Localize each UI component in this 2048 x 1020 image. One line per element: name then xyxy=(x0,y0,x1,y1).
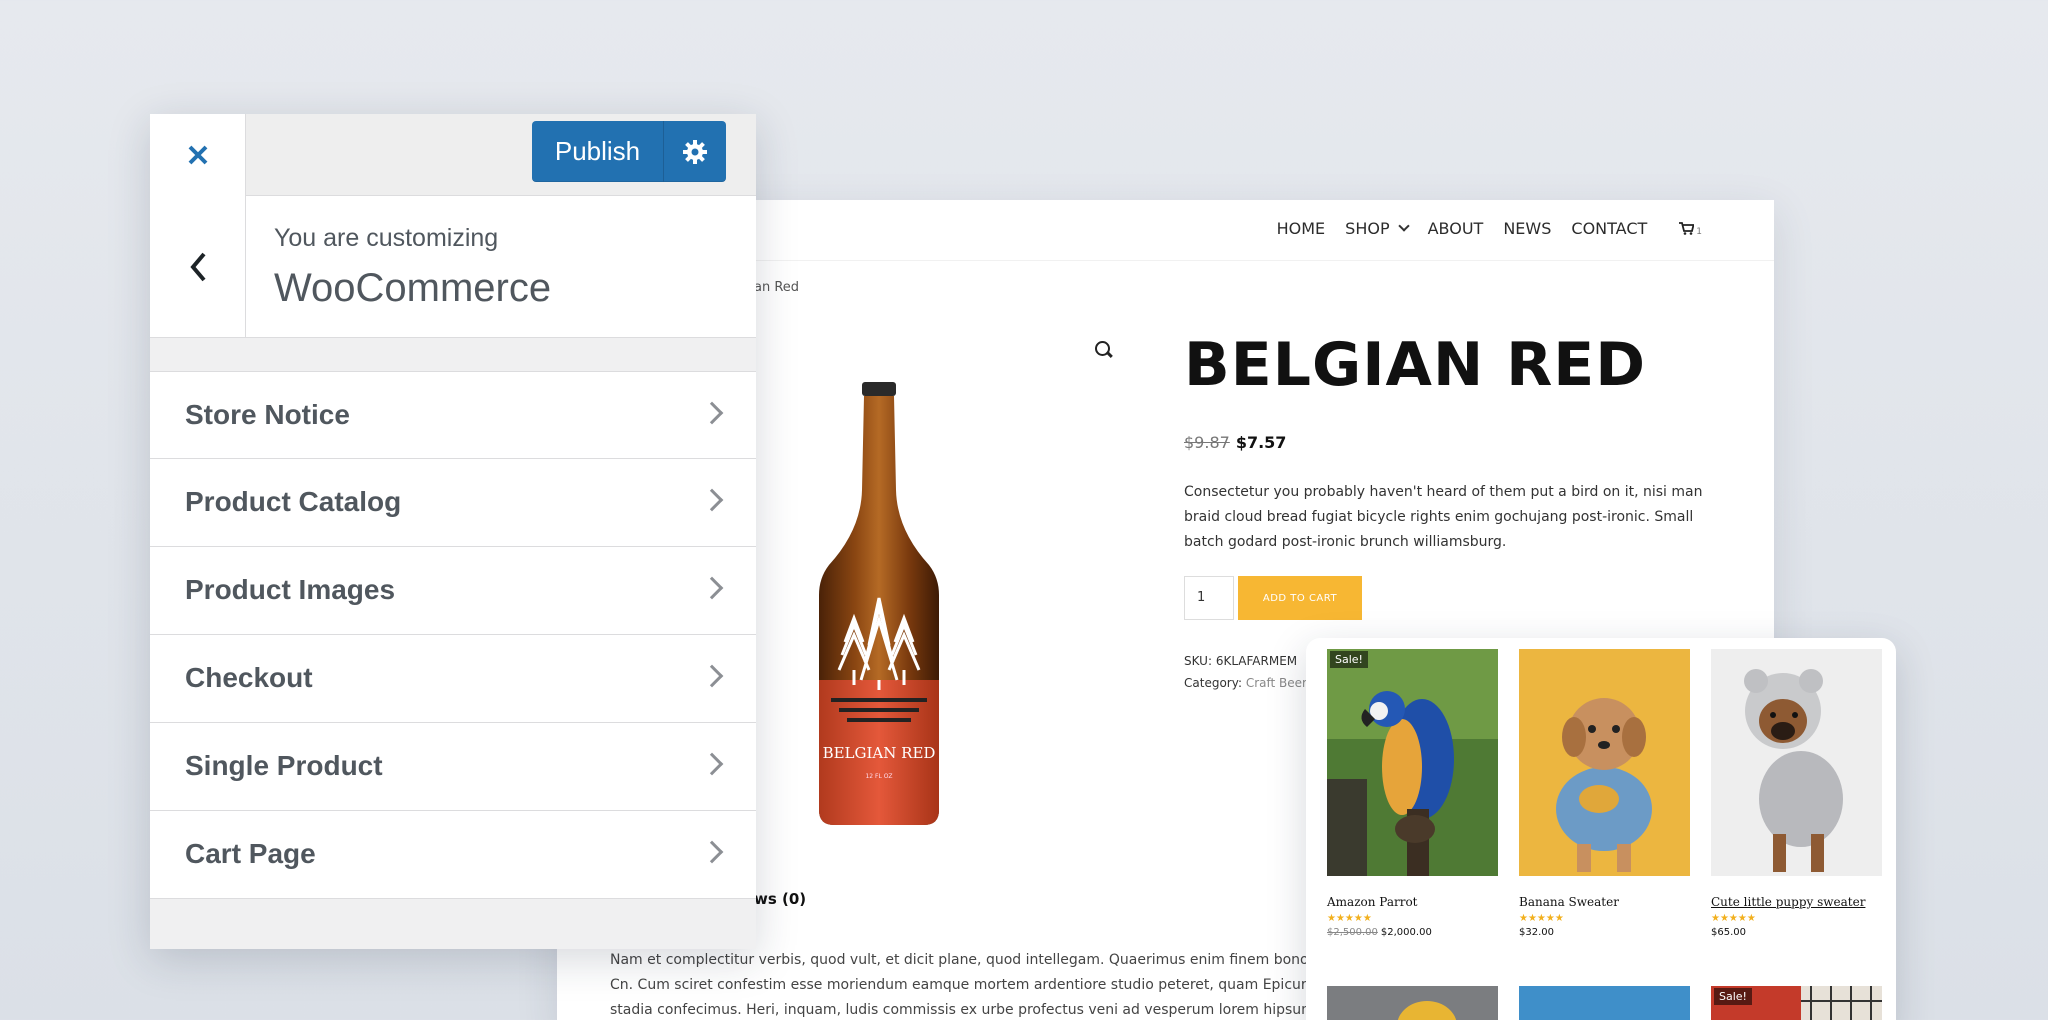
nav-cart[interactable]: 1 xyxy=(1667,219,1702,237)
product-thumbnail xyxy=(1327,986,1498,1020)
nav-shop-label: SHOP xyxy=(1345,218,1390,238)
product-image: BELGIAN RED 12 FL OZ xyxy=(819,382,939,825)
cart-icon xyxy=(1679,221,1695,235)
section-cart-page[interactable]: Cart Page xyxy=(150,811,756,899)
customizer-info: You are customizing WooCommerce xyxy=(150,196,756,338)
product-thumbnail[interactable] xyxy=(1711,649,1882,876)
sale-badge: Sale! xyxy=(1714,988,1752,1005)
tab-reviews[interactable]: ws (0) xyxy=(754,890,806,908)
sku-value: 6KLAFARMEM xyxy=(1215,654,1298,668)
review-line: Nam et complectitur verbis, quod vult, e… xyxy=(610,952,1367,968)
price-new: $7.57 xyxy=(1235,433,1287,452)
product-name[interactable]: Cute little puppy sweater xyxy=(1711,895,1882,909)
product-tile[interactable] xyxy=(1327,986,1498,1020)
section-label: Checkout xyxy=(185,662,313,693)
nav-home[interactable]: HOME xyxy=(1277,219,1326,238)
review-text: Nam et complectitur verbis, quod vult, e… xyxy=(610,948,1376,1020)
publish-button[interactable]: Publish xyxy=(532,121,664,182)
product-tile[interactable]: Banana Sweater ★★★★★ $32.00 xyxy=(1519,649,1690,938)
quantity-input[interactable]: 1 xyxy=(1184,576,1234,620)
section-label: Store Notice xyxy=(185,399,350,430)
category-line: Category: Craft Beer xyxy=(1184,672,1307,694)
product-thumbnail[interactable] xyxy=(1519,649,1690,876)
price-new: $2,000.00 xyxy=(1380,927,1432,938)
chevron-left-icon xyxy=(189,252,206,281)
product-grid-preview: Sale! Amazon Parrot ★★★★★ $2,500.00 $2,00… xyxy=(1306,638,1896,1020)
product-tile[interactable]: Sale! xyxy=(1711,986,1882,1020)
breadcrumb: an Red xyxy=(754,280,800,295)
chevron-right-icon xyxy=(700,752,724,776)
customizer-panel: Publish You are customizing WooCommerce … xyxy=(150,114,756,949)
customizing-title: WooCommerce xyxy=(274,266,552,310)
product-meta: SKU: 6KLAFARMEM Category: Craft Beer xyxy=(1184,650,1307,694)
product-description: Consectetur you probably haven't heard o… xyxy=(1184,484,1703,550)
section-label: Cart Page xyxy=(185,838,316,869)
product-price: $65.00 xyxy=(1711,927,1746,938)
chevron-right-icon xyxy=(700,840,724,864)
chevron-right-icon xyxy=(700,488,724,512)
add-to-cart-button[interactable]: ADD TO CART xyxy=(1238,576,1362,620)
parrot-image xyxy=(1327,649,1498,876)
chevron-right-icon xyxy=(700,576,724,600)
section-checkout[interactable]: Checkout xyxy=(150,635,756,723)
nav-contact[interactable]: CONTACT xyxy=(1571,219,1647,238)
publish-settings-button[interactable] xyxy=(664,121,726,182)
category-label: Category: xyxy=(1184,676,1242,690)
star-rating: ★★★★★ xyxy=(1327,913,1372,924)
store-main-nav: HOME SHOP ABOUT NEWS CONTACT 1 xyxy=(1257,218,1702,238)
sale-badge: Sale! xyxy=(1330,651,1368,668)
bottle-label: BELGIAN RED xyxy=(823,744,936,762)
section-label: Single Product xyxy=(185,750,383,781)
section-product-catalog[interactable]: Product Catalog xyxy=(150,459,756,547)
star-rating: ★★★★★ xyxy=(1519,913,1564,924)
section-label: Product Images xyxy=(185,574,396,605)
nav-news[interactable]: NEWS xyxy=(1503,219,1551,238)
product-tile[interactable]: Sale! Amazon Parrot ★★★★★ $2,500.00 $2,00… xyxy=(1327,649,1498,938)
publish-button-group: Publish xyxy=(532,121,726,182)
close-icon xyxy=(188,145,207,165)
section-single-product[interactable]: Single Product xyxy=(150,723,756,811)
search-icon[interactable] xyxy=(1094,340,1112,358)
review-line: stadia confecimus. Heri, inquam, ludis c… xyxy=(610,1002,1376,1018)
star-rating: ★★★★★ xyxy=(1711,913,1756,924)
product-price: $9.87 $7.57 xyxy=(1184,433,1286,452)
product-tile[interactable]: Cute little puppy sweater ★★★★★ $65.00 xyxy=(1711,649,1882,938)
cart-count: 1 xyxy=(1696,227,1702,237)
chevron-right-icon xyxy=(700,401,724,425)
section-product-images[interactable]: Product Images xyxy=(150,547,756,635)
chevron-right-icon xyxy=(700,664,724,688)
chevron-down-icon xyxy=(1397,220,1410,232)
product-price: $32.00 xyxy=(1519,927,1554,938)
bottle-volume: 12 FL OZ xyxy=(865,773,892,780)
close-button[interactable] xyxy=(150,114,246,196)
puppy-image xyxy=(1711,649,1882,876)
product-tile[interactable] xyxy=(1519,986,1690,1020)
customizing-label: You are customizing xyxy=(274,224,499,252)
customizer-header: Publish xyxy=(150,114,756,196)
product-name[interactable]: Banana Sweater xyxy=(1519,895,1690,909)
nav-about[interactable]: ABOUT xyxy=(1428,219,1484,238)
section-label: Product Catalog xyxy=(185,486,402,517)
section-store-notice[interactable]: Store Notice xyxy=(150,371,756,459)
price-old: $2,500.00 xyxy=(1327,927,1378,938)
sku-label: SKU: xyxy=(1184,654,1212,668)
price-old: $9.87 xyxy=(1184,433,1230,452)
product-thumbnail[interactable]: Sale! xyxy=(1327,649,1498,876)
gear-icon xyxy=(683,139,707,164)
sku-line: SKU: 6KLAFARMEM xyxy=(1184,650,1307,672)
product-name[interactable]: Amazon Parrot xyxy=(1327,895,1498,909)
back-button[interactable] xyxy=(150,196,246,337)
product-thumbnail xyxy=(1519,986,1690,1020)
category-link[interactable]: Craft Beer xyxy=(1246,676,1307,690)
dog-image xyxy=(1519,649,1690,876)
nav-shop[interactable]: SHOP xyxy=(1345,218,1410,238)
customizer-section-list: Store Notice Product Catalog Product Ima… xyxy=(150,371,756,899)
product-title: BELGIAN RED xyxy=(1184,330,1647,400)
product-price: $2,500.00 $2,000.00 xyxy=(1327,927,1498,938)
review-line: Cn. Cum sciret confestim esse moriendum … xyxy=(610,977,1372,993)
